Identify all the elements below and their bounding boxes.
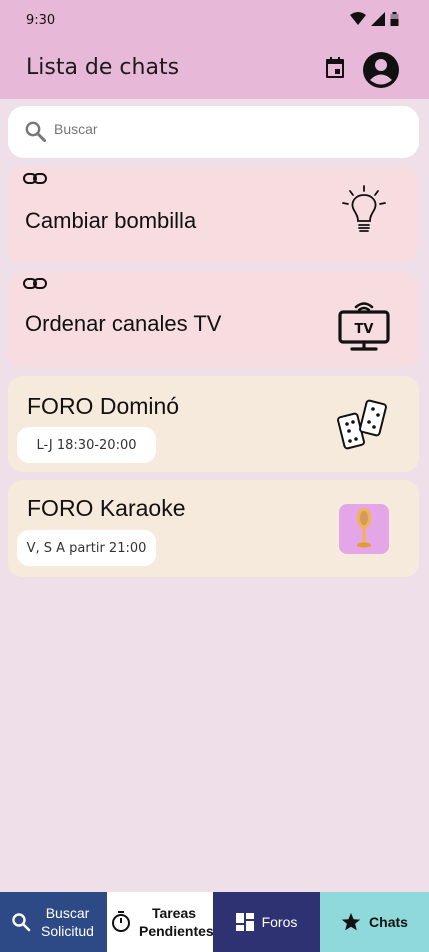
status-bar: 9:30 (0, 0, 429, 40)
nav-label: Buscar Solicitud (41, 905, 94, 939)
app-bar: Lista de chats (0, 40, 429, 99)
nav-label: Foros (261, 914, 298, 930)
wifi-icon (350, 12, 366, 25)
search-input[interactable] (52, 120, 108, 138)
nav-chats[interactable]: Chats (320, 892, 429, 952)
forum-card[interactable]: FORO Dominó L-J 18:30-20:00 (8, 376, 419, 472)
forum-title: FORO Karaoke (27, 495, 186, 521)
link-icon (23, 278, 47, 289)
signal-icon (371, 12, 385, 26)
battery-icon (390, 12, 399, 26)
nav-tareas-pendientes[interactable]: Tareas Pendientes (107, 892, 214, 952)
search-icon (11, 913, 30, 932)
svg-text:TV: TV (355, 322, 374, 337)
star-icon (341, 913, 361, 931)
nav-label: Tareas Pendientes (139, 905, 214, 939)
chat-card[interactable]: Ordenar canales TV TV (8, 272, 419, 367)
dashboard-icon (235, 913, 254, 931)
forum-title: FORO Dominó (27, 393, 180, 419)
account-icon[interactable] (362, 51, 400, 89)
forum-card[interactable]: FORO Karaoke V, S A partir 21:00 (8, 480, 419, 577)
nav-label: Chats (369, 914, 408, 930)
page-title: Lista de chats (26, 55, 180, 80)
link-icon (23, 173, 47, 184)
tv-icon: TV (338, 302, 390, 351)
lightbulb-icon (342, 185, 386, 232)
chat-title: Cambiar bombilla (25, 208, 197, 233)
search-bar[interactable] (8, 106, 419, 158)
bottom-nav: Buscar Solicitud Tareas Pendientes Foros… (0, 892, 429, 952)
nav-buscar-solicitud[interactable]: Buscar Solicitud (0, 892, 107, 952)
calendar-icon[interactable] (323, 56, 347, 80)
forum-schedule: L-J 18:30-20:00 (17, 427, 156, 463)
nav-foros[interactable]: Foros (213, 892, 320, 952)
timer-icon (112, 911, 130, 932)
forum-schedule: V, S A partir 21:00 (17, 530, 156, 566)
microphone-image (339, 504, 389, 554)
status-time: 9:30 (26, 13, 56, 28)
chat-title: Ordenar canales TV (25, 311, 222, 336)
status-icons (350, 12, 399, 26)
search-icon (25, 121, 46, 142)
dominoes-icon (337, 399, 387, 450)
chat-card[interactable]: Cambiar bombilla (8, 167, 419, 262)
